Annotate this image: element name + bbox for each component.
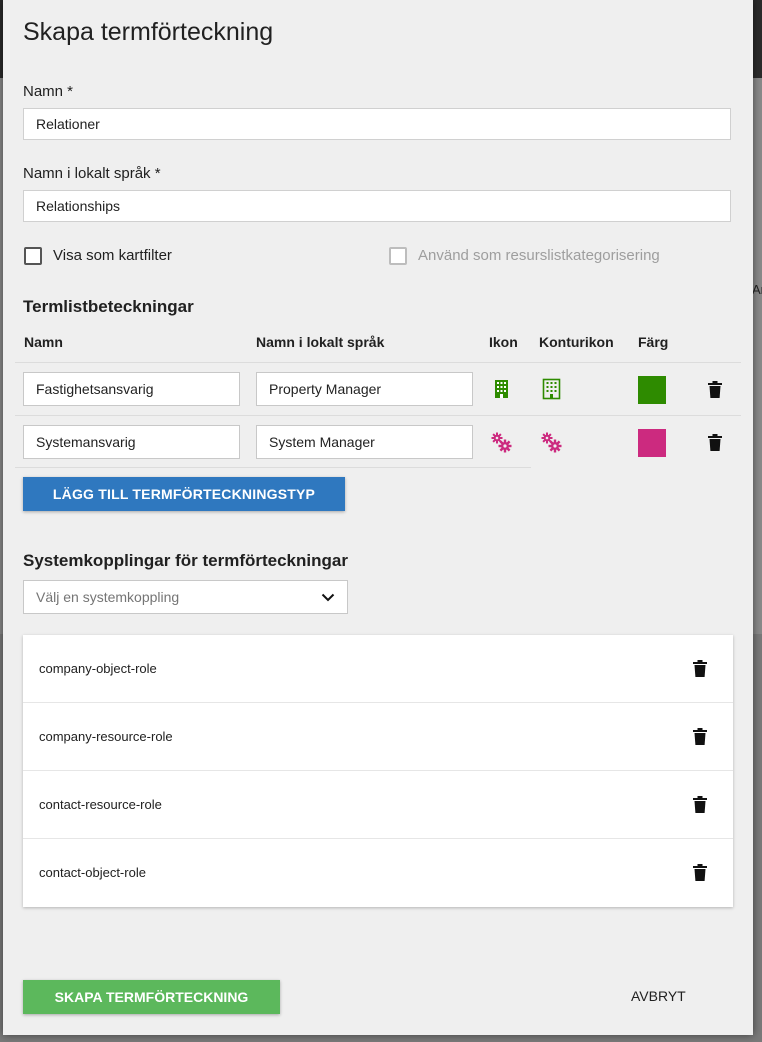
- name-input[interactable]: [23, 108, 731, 140]
- trash-icon[interactable]: [693, 796, 707, 813]
- local-name-input[interactable]: [23, 190, 731, 222]
- system-links-heading: Systemkopplingar för termförteckningar: [23, 551, 348, 570]
- system-link-name: company-object-role: [39, 661, 157, 676]
- cogs-outline-icon[interactable]: [540, 431, 562, 453]
- system-link-name: company-resource-role: [39, 729, 173, 744]
- create-term-list-button[interactable]: SKAPA TERMFÖRTECKNING: [23, 980, 280, 1014]
- color-swatch[interactable]: [638, 376, 666, 404]
- list-item: company-resource-role: [23, 703, 733, 771]
- list-item: contact-resource-role: [23, 771, 733, 839]
- create-term-list-dialog: Skapa termförteckning Namn * Namn i loka…: [3, 0, 753, 1035]
- building-icon[interactable]: [490, 378, 512, 400]
- table-row-divider: [15, 415, 741, 416]
- column-header-color: Färg: [638, 334, 669, 350]
- term-row-1-name-input[interactable]: [23, 372, 240, 406]
- term-row-1-local-name-input[interactable]: [256, 372, 473, 406]
- list-item: company-object-role: [23, 635, 733, 703]
- column-header-local-name: Namn i lokalt språk: [256, 334, 385, 350]
- column-header-icon: Ikon: [489, 334, 518, 350]
- name-label: Namn *: [23, 83, 74, 100]
- use-as-resource-category-checkbox: [389, 247, 407, 265]
- system-link-name: contact-object-role: [39, 865, 146, 880]
- system-link-name: contact-resource-role: [39, 797, 162, 812]
- local-name-label: Namn i lokalt språk *: [23, 165, 161, 182]
- trash-icon[interactable]: [693, 864, 707, 881]
- building-outline-icon[interactable]: [540, 378, 562, 400]
- chevron-down-icon: [321, 593, 335, 601]
- trash-icon[interactable]: [693, 728, 707, 745]
- trash-icon[interactable]: [708, 434, 722, 451]
- table-bottom-divider: [15, 467, 531, 468]
- cogs-icon[interactable]: [490, 431, 512, 453]
- dialog-title: Skapa termförteckning: [23, 18, 274, 46]
- add-term-list-type-button[interactable]: LÄGG TILL TERMFÖRTECKNINGSTYP: [23, 477, 345, 511]
- system-links-list: company-object-role company-resource-rol…: [23, 635, 733, 907]
- table-header-divider: [15, 362, 741, 363]
- trash-icon[interactable]: [708, 381, 722, 398]
- cancel-button[interactable]: AVBRYT: [631, 988, 686, 1004]
- system-link-select[interactable]: Välj en systemkoppling: [23, 580, 348, 614]
- list-item: contact-object-role: [23, 839, 733, 907]
- term-list-heading: Termlistbeteckningar: [23, 297, 194, 316]
- background-text: Ar: [752, 282, 762, 297]
- use-as-resource-category-label: Använd som resurslistkategorisering: [418, 247, 660, 264]
- column-header-outline-icon: Konturikon: [539, 334, 614, 350]
- trash-icon[interactable]: [693, 660, 707, 677]
- term-row-2-local-name-input[interactable]: [256, 425, 473, 459]
- show-as-map-filter-checkbox[interactable]: [24, 247, 42, 265]
- term-row-2-name-input[interactable]: [23, 425, 240, 459]
- system-link-select-placeholder: Välj en systemkoppling: [36, 589, 180, 605]
- show-as-map-filter-label: Visa som kartfilter: [53, 247, 172, 264]
- color-swatch[interactable]: [638, 429, 666, 457]
- column-header-name: Namn: [24, 334, 63, 350]
